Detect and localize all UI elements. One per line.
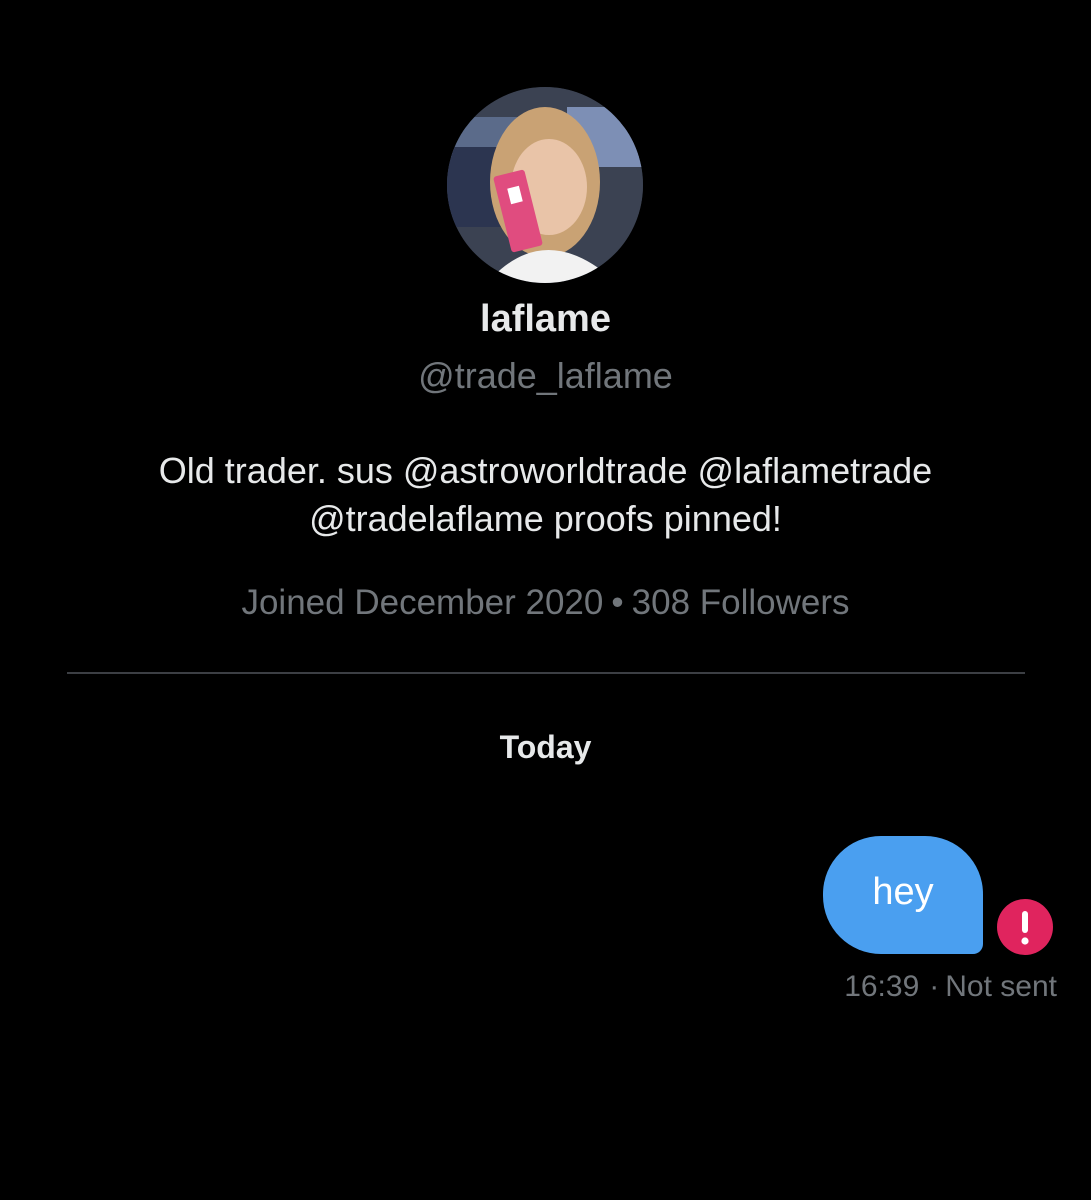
message-status: Not sent: [945, 970, 1057, 1003]
bio-line-2: @tradelaflame proofs pinned!: [309, 498, 782, 539]
section-divider: [67, 672, 1025, 674]
profile-display-name[interactable]: laflame: [0, 294, 1091, 344]
message-bubble[interactable]: hey: [823, 836, 983, 954]
message-time: 16:39: [844, 970, 920, 1003]
followers-count[interactable]: 308 Followers: [632, 583, 850, 622]
bio-line-1: Old trader. sus @astroworldtrade @laflam…: [158, 450, 933, 491]
joined-date: Joined December 2020: [241, 583, 604, 622]
profile-avatar[interactable]: [447, 87, 643, 283]
message-text: hey: [872, 871, 934, 913]
profile-handle: @trade_laflame: [418, 355, 673, 396]
error-exclamation-icon[interactable]: [996, 898, 1054, 956]
meta-separator: •: [611, 583, 624, 622]
status-separator: ·: [929, 970, 940, 1003]
profile-meta: Joined December 2020 • 308 Followers: [0, 580, 1091, 626]
message-status-row: 16:39 · Not sent: [844, 966, 1057, 1008]
date-separator: Today: [499, 729, 592, 765]
avatar-photo: [447, 87, 643, 283]
profile-bio: Old trader. sus @astroworldtrade @laflam…: [60, 447, 1031, 543]
